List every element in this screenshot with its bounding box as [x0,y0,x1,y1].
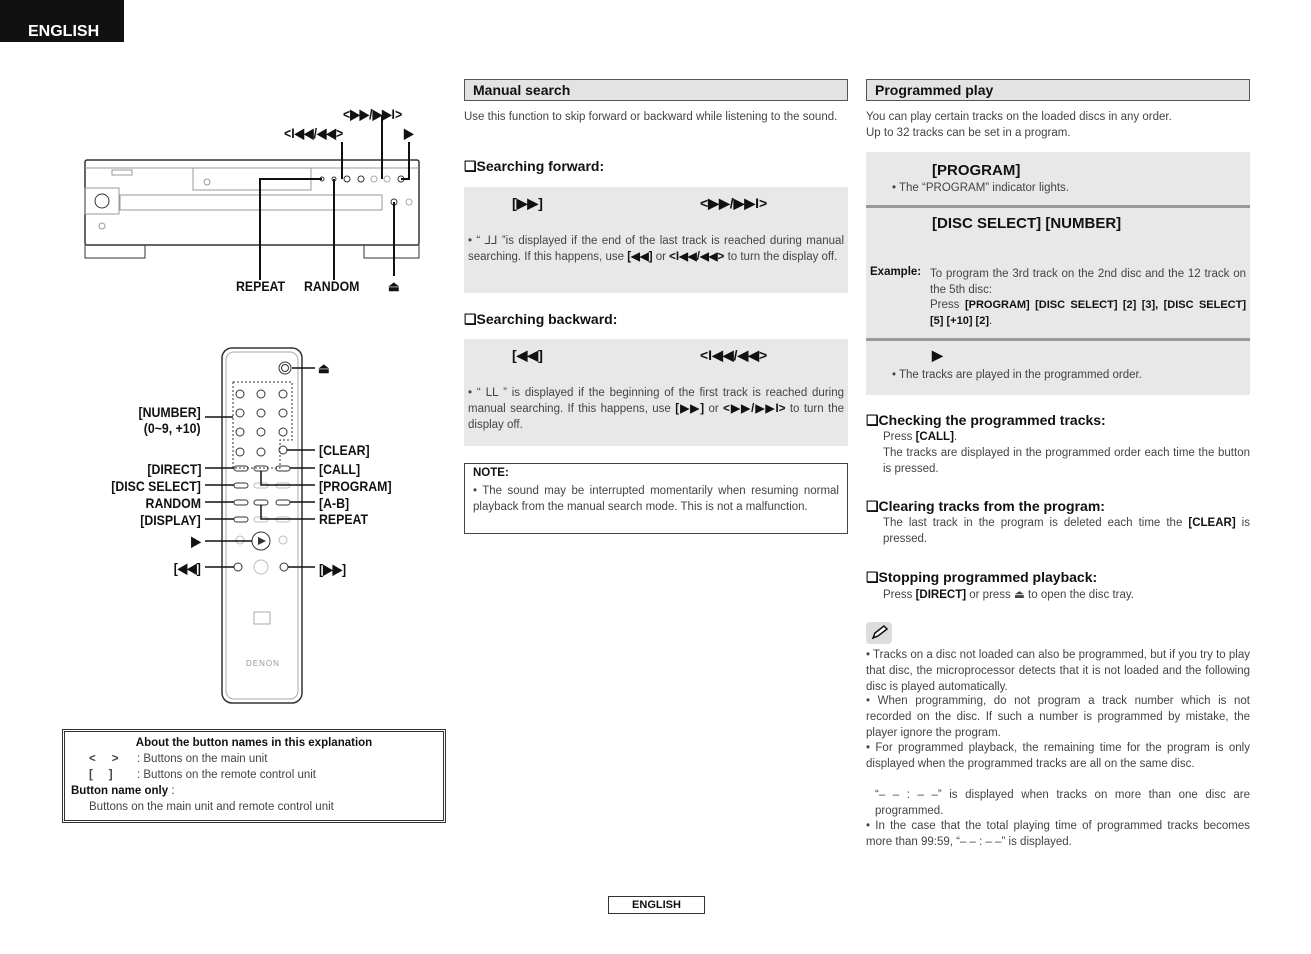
legend-main: : Buttons on the main unit [137,753,268,765]
note-title: NOTE: [473,467,509,479]
remote-label-number-range: (0~9, +10) [144,420,201,436]
step2-key: [DISC SELECT] [NUMBER] [932,215,1122,232]
clearing-text: The last track in the program is deleted… [883,517,1250,545]
step-divider [866,205,1250,208]
legend-sym-remote: [ ] [89,769,113,781]
remote-brand-logo: DENON [246,659,280,668]
program-note-2: • When programming, do not program a tra… [866,695,1250,739]
remote-label-call: [CALL] [319,461,361,477]
remote-label-ab: [A-B] [319,495,350,511]
legend-name-only: Button name only [71,785,169,797]
remote-label-ff: [▶▶] [319,561,347,577]
remote-label-repeat: REPEAT [319,511,369,527]
legend-sym-main: < > [89,753,119,765]
legend-both: Buttons on the main unit and remote cont… [89,801,334,813]
step3-note: • The tracks are played in the programme… [892,369,1142,381]
stopping-title: ❑Stopping programmed playback: [866,569,1098,585]
forward-steps-box: [▶▶] <▶▶/▶▶I> • “ ⅃⅃ ”is displayed if th… [464,187,848,293]
example-label: Example: [870,266,922,278]
clearing-title: ❑Clearing tracks from the program: [866,498,1105,514]
remote-label-direct: [DIRECT] [146,461,201,477]
step3-key: ▶ [932,347,943,363]
step1-key: [PROGRAM] [932,162,1021,179]
note-text: • The sound may be interrupted momentari… [473,485,839,513]
remote-label-display: [DISPLAY] [140,512,201,528]
legend-remote: : Buttons on the remote control unit [137,769,316,781]
program-note-4: • In the case that the total playing tim… [866,820,1250,848]
label-eject: ⏏ [388,278,400,294]
backward-note: • “ ᒪᒪ ” is displayed if the beginning o… [468,387,845,431]
remote-label-random: RANDOM [145,495,201,511]
remote-label-eject: ⏏ [318,360,330,376]
button-name-legend: About the button names in this explanati… [62,729,446,823]
program-intro-2: Up to 32 tracks can be set in a program. [866,127,1071,139]
searching-forward-title: ❑Searching forward: [464,158,605,174]
backward-steps-box: [◀◀] <I◀◀/◀◀> • “ ᒪᒪ ” is displayed if t… [464,339,848,446]
backward-unit-key: <I◀◀/◀◀> [700,347,768,363]
checking-text: The tracks are displayed in the programm… [883,447,1250,475]
label-repeat: REPEAT [236,278,286,294]
manual-intro: Use this function to skip forward or bac… [464,111,838,123]
program-note-3b: “– – : – –” is displayed when tracks on … [875,789,1250,817]
label-fwd-skip: <▶▶/▶▶I> [343,106,403,122]
remote-label-program: [PROGRAM] [319,478,392,494]
step-divider [866,338,1250,341]
legend-title: About the button names in this explanati… [135,737,373,749]
label-random: RANDOM [304,278,360,294]
remote-label-number: [NUMBER] [138,404,201,420]
language-tab: ENGLISH [0,0,124,42]
remote-label-disc-select: [DISC SELECT] [111,478,201,494]
footer-language: ENGLISH [608,896,705,914]
stopping-text: Press [DIRECT] or press ⏏ to open the di… [883,589,1134,601]
label-play: ▶ [404,125,414,141]
label-back-skip: <I◀◀/◀◀> [284,125,344,141]
example-press: Press [PROGRAM] [DISC SELECT] [2] [3], [… [930,299,1246,327]
legend-colon: : [168,785,175,797]
checking-title: ❑Checking the programmed tracks: [866,412,1106,428]
section-header-manual-search: Manual search [464,79,848,101]
forward-unit-key: <▶▶/▶▶I> [700,195,768,211]
backward-remote-key: [◀◀] [512,347,543,363]
section-header-programmed-play: Programmed play [866,79,1250,101]
remote-label-rew: [◀◀] [173,560,201,576]
program-intro-1: You can play certain tracks on the loade… [866,111,1172,123]
forward-remote-key: [▶▶] [512,195,543,211]
remote-label-clear: [CLEAR] [319,442,370,458]
remote-label-play: ▶ [191,533,201,549]
checking-press: Press [CALL]. [883,431,958,443]
program-note-1: • Tracks on a disc not loaded can also b… [866,649,1250,693]
pencil-note-icon [866,622,892,644]
example-text: To program the 3rd track on the 2nd disc… [930,268,1246,296]
step1-note: • The “PROGRAM” indicator lights. [892,182,1070,194]
searching-backward-title: ❑Searching backward: [464,311,618,327]
note-box: NOTE: • The sound may be interrupted mom… [464,463,848,534]
program-steps-box: [PROGRAM] • The “PROGRAM” indicator ligh… [866,152,1250,395]
program-note-3: • For programmed playback, the remaining… [866,742,1250,770]
main-unit-illustration [84,115,420,280]
forward-note: • “ ⅃⅃ ”is displayed if the end of the l… [468,235,844,263]
